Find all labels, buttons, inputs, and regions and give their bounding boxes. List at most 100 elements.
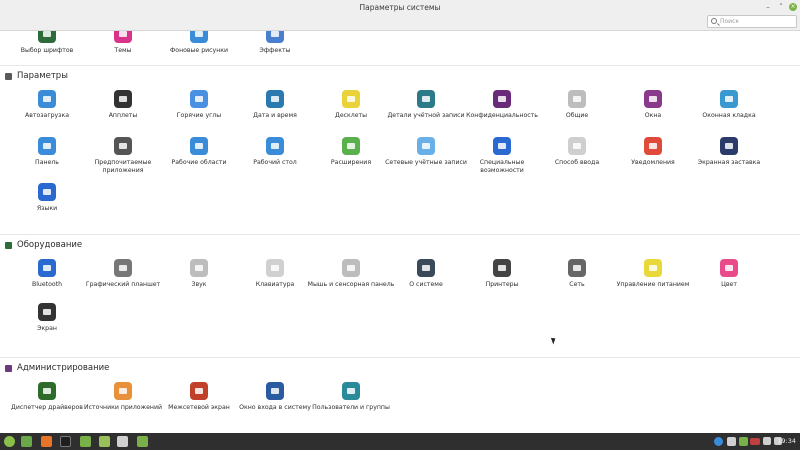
firefox-icon[interactable] [41, 436, 52, 447]
icon-glyph [195, 388, 203, 394]
account-icon [417, 90, 435, 108]
network-icon [568, 259, 586, 277]
terminal-icon[interactable] [60, 436, 71, 447]
tray-shield-icon[interactable] [727, 437, 736, 446]
icon-glyph [43, 189, 51, 195]
params-section-icon [5, 72, 12, 80]
files-icon[interactable] [80, 436, 91, 447]
languages-icon [38, 183, 56, 201]
icon-glyph [573, 143, 581, 149]
section-admin: Администрирование [5, 363, 109, 373]
params-item[interactable]: Оконная кладка [684, 90, 774, 120]
icon-glyph [43, 96, 51, 102]
applets-icon [114, 90, 132, 108]
color-icon [720, 259, 738, 277]
power-icon [644, 259, 662, 277]
driver-icon [38, 382, 56, 400]
hardware-item[interactable]: Цвет [684, 259, 774, 289]
section-title: Администрирование [17, 363, 110, 373]
icon-glyph [119, 388, 127, 394]
icon-glyph [347, 143, 355, 149]
gear-icon [417, 259, 435, 277]
admin-section-icon [5, 364, 12, 372]
show-desktop-icon[interactable] [21, 436, 32, 447]
notifications-icon [644, 137, 662, 155]
item-label: Эффекты [259, 47, 291, 54]
maximize-button[interactable]: ˄ [777, 3, 785, 11]
search-icon [711, 18, 717, 24]
tablet-icon [114, 259, 132, 277]
icon-glyph [119, 143, 127, 149]
input-method-icon [568, 137, 586, 155]
admin-item[interactable]: Пользователи и группы [306, 382, 396, 412]
icon-glyph [498, 143, 506, 149]
icon-glyph [271, 143, 279, 149]
tray-net-icon[interactable] [763, 437, 771, 445]
app-2-icon[interactable] [137, 436, 148, 447]
login-window-icon [266, 382, 284, 400]
icon-glyph [347, 388, 355, 394]
icon-glyph [725, 265, 733, 271]
icon-glyph [573, 265, 581, 271]
flag-icon[interactable] [750, 438, 760, 445]
menu-icon[interactable] [4, 436, 15, 447]
icon-glyph [498, 265, 506, 271]
icon-glyph [195, 143, 203, 149]
privacy-icon [493, 90, 511, 108]
panel-icon [38, 137, 56, 155]
extensions-icon [342, 137, 360, 155]
icon-glyph [271, 388, 279, 394]
icon-glyph [43, 31, 51, 37]
icon-glyph [119, 31, 127, 37]
separator [0, 357, 800, 358]
bluetooth-icon [38, 259, 56, 277]
icon-glyph [119, 96, 127, 102]
icon-glyph [347, 96, 355, 102]
icon-glyph [195, 96, 203, 102]
printer-icon [493, 259, 511, 277]
hardware-section-icon [5, 241, 12, 249]
icon-glyph [498, 96, 506, 102]
wallpaper-icon [190, 31, 208, 43]
search-placeholder: Поиск [720, 18, 740, 25]
search-input[interactable]: Поиск [707, 15, 797, 28]
preferred-apps-icon [114, 137, 132, 155]
icon-glyph [119, 265, 127, 271]
section-title: Оборудование [17, 240, 83, 250]
mouse-icon [342, 259, 360, 277]
section-params: Параметры [5, 71, 68, 81]
item-label: Экран [37, 325, 57, 332]
item-label: Оконная кладка [702, 112, 756, 119]
params-item[interactable]: Экранная заставка [684, 137, 774, 167]
startup-icon [38, 90, 56, 108]
tray-network-icon[interactable] [714, 437, 723, 446]
font-icon [38, 31, 56, 43]
sound-icon [190, 259, 208, 277]
icon-glyph [573, 96, 581, 102]
icon-glyph [725, 96, 733, 102]
tray-update-icon[interactable] [739, 437, 748, 446]
minimize-button[interactable]: – [764, 3, 772, 11]
title-bar: Параметры системы – ˄ × Поиск [0, 0, 800, 31]
app-icon[interactable] [99, 436, 110, 447]
top-item[interactable]: Эффекты [230, 31, 320, 55]
icon-glyph [725, 143, 733, 149]
icon-glyph [43, 388, 51, 394]
section-hardware: Оборудование [5, 240, 82, 250]
icon-glyph [649, 265, 657, 271]
desklets-icon [342, 90, 360, 108]
close-button[interactable]: × [789, 3, 797, 11]
general-icon [568, 90, 586, 108]
icon-glyph [43, 309, 51, 315]
clock: 19:34 [777, 437, 796, 445]
hardware-item[interactable]: Экран [2, 303, 92, 333]
settings-taskbar-icon[interactable] [117, 436, 128, 447]
icon-glyph [43, 265, 51, 271]
firewall-icon [190, 382, 208, 400]
tiling-icon [720, 90, 738, 108]
icon-glyph [271, 96, 279, 102]
separator [0, 234, 800, 235]
params-item[interactable]: Языки [2, 183, 92, 213]
workspaces-icon [190, 137, 208, 155]
windows-icon [644, 90, 662, 108]
